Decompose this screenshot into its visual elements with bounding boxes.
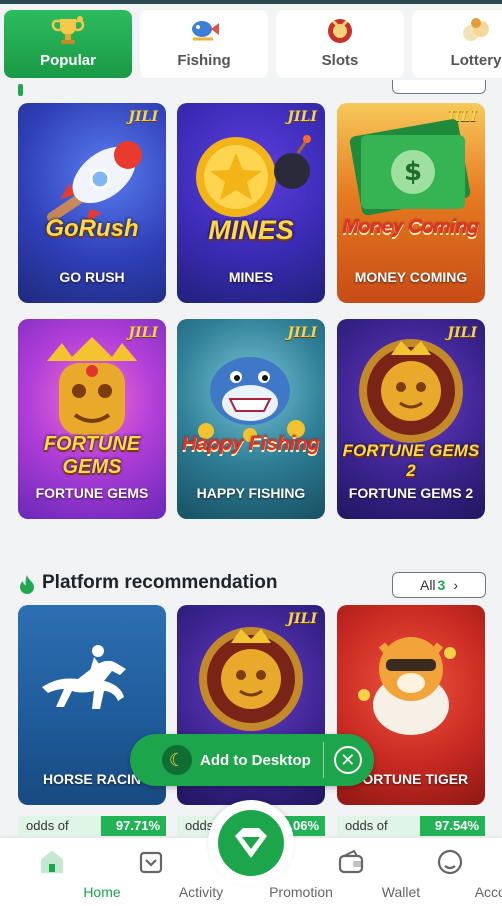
crescent-app-icon: ☾ [162, 745, 192, 775]
fortune-wheel-illustration [199, 627, 303, 731]
close-icon[interactable]: ✕ [333, 746, 362, 774]
add-to-desktop-label: Add to Desktop [200, 751, 311, 769]
brand-label: JILI [128, 109, 158, 125]
money-stack-illustration: $ [349, 119, 471, 216]
nav-wallet[interactable]: Wallet [301, 838, 420, 906]
all-count: 3 [437, 577, 446, 593]
all-button[interactable]: All 3 › [392, 572, 486, 598]
activity-icon [139, 851, 163, 874]
tab-label: Lottery [450, 52, 502, 69]
odds-bar: odds of 97.54% [337, 816, 485, 836]
all-button-partial[interactable] [392, 80, 486, 94]
odds-bar: odds of 97.71% [18, 816, 166, 836]
lottery-icon [458, 14, 494, 48]
game-card-mines[interactable]: JILI MINES MINES [177, 103, 325, 303]
golden-mask-illustration [47, 337, 137, 435]
tiger-illustration [358, 637, 456, 735]
promotion-button[interactable] [218, 810, 284, 876]
game-name: MONEY COMING [354, 269, 468, 285]
shark-illustration [198, 357, 305, 442]
platform-section-header: Platform recommendation All 3 › [18, 570, 488, 600]
game-name: FORTUNE GEMS 2 [348, 485, 474, 501]
tab-label: Popular [40, 52, 96, 69]
game-logo: Money Coming [342, 217, 480, 238]
nav-account[interactable]: Account [400, 838, 502, 906]
diamond-icon [235, 828, 267, 858]
home-icon [40, 850, 64, 874]
tab-popular[interactable]: Popular [4, 10, 132, 78]
game-card-go-rush[interactable]: JILI GoRush GO RUSH [18, 103, 166, 303]
nav-home[interactable]: Home [2, 838, 121, 906]
section-marker [18, 84, 23, 96]
tab-lottery[interactable]: Lottery [412, 10, 502, 78]
top-divider [0, 0, 502, 4]
trophy-icon [50, 14, 86, 48]
odds-value: 97.71% [115, 818, 160, 833]
game-logo: FORTUNE GEMS [43, 433, 141, 478]
all-label: All [419, 577, 436, 593]
game-name: FORTUNE GEMS [35, 485, 149, 501]
chevron-right-icon: › [453, 577, 459, 593]
flame-icon [20, 575, 34, 594]
tab-label: Slots [321, 52, 359, 69]
section-title: Platform recommendation [42, 572, 278, 593]
svg-text:$: $ [404, 157, 422, 187]
game-name: MINES [228, 269, 274, 285]
game-name: HAPPY FISHING [196, 485, 306, 501]
tab-label: Fishing [177, 52, 231, 69]
nav-label: Account [474, 884, 502, 900]
game-logo: GoRush [45, 215, 139, 242]
mines-illustration [196, 135, 311, 217]
game-card-happy-fishing[interactable]: JILI Happy Fishing HAPPY FISHING [177, 319, 325, 519]
game-name: GO RUSH [59, 269, 125, 285]
slot-icon [322, 14, 358, 48]
account-icon [437, 849, 463, 875]
game-card-fortune-gems-2[interactable]: JILI FORTUNE GEMS 2 FORTUNE GEMS 2 [337, 319, 485, 519]
game-card-money-coming[interactable]: JILI $ Money Coming MONEY COMING [337, 103, 485, 303]
fortune-wheel-illustration [359, 339, 463, 443]
game-logo: MINES [208, 215, 294, 245]
odds-label: odds of [345, 818, 388, 833]
divider [322, 742, 324, 778]
fish-icon [186, 14, 222, 48]
add-to-desktop-banner[interactable]: ☾ Add to Desktop ✕ [130, 734, 374, 786]
tab-slots[interactable]: Slots [276, 10, 404, 78]
odds-label: odds of [26, 818, 69, 833]
horse-illustration [42, 645, 126, 709]
odds-value: 97.54% [434, 818, 479, 833]
tab-fishing[interactable]: Fishing [140, 10, 268, 78]
nav-activity[interactable]: Activity [101, 838, 223, 906]
game-logo: Happy Fishing [182, 433, 320, 455]
section-header-partial [0, 80, 502, 96]
game-card-fortune-gems[interactable]: JILI FORTUNE GEMS FORTUNE GEMS [18, 319, 166, 519]
game-logo: FORTUNE GEMS 2 [342, 441, 480, 480]
category-tabs: Popular Fishing Slots Lottery [4, 10, 502, 80]
wallet-icon [338, 849, 364, 874]
